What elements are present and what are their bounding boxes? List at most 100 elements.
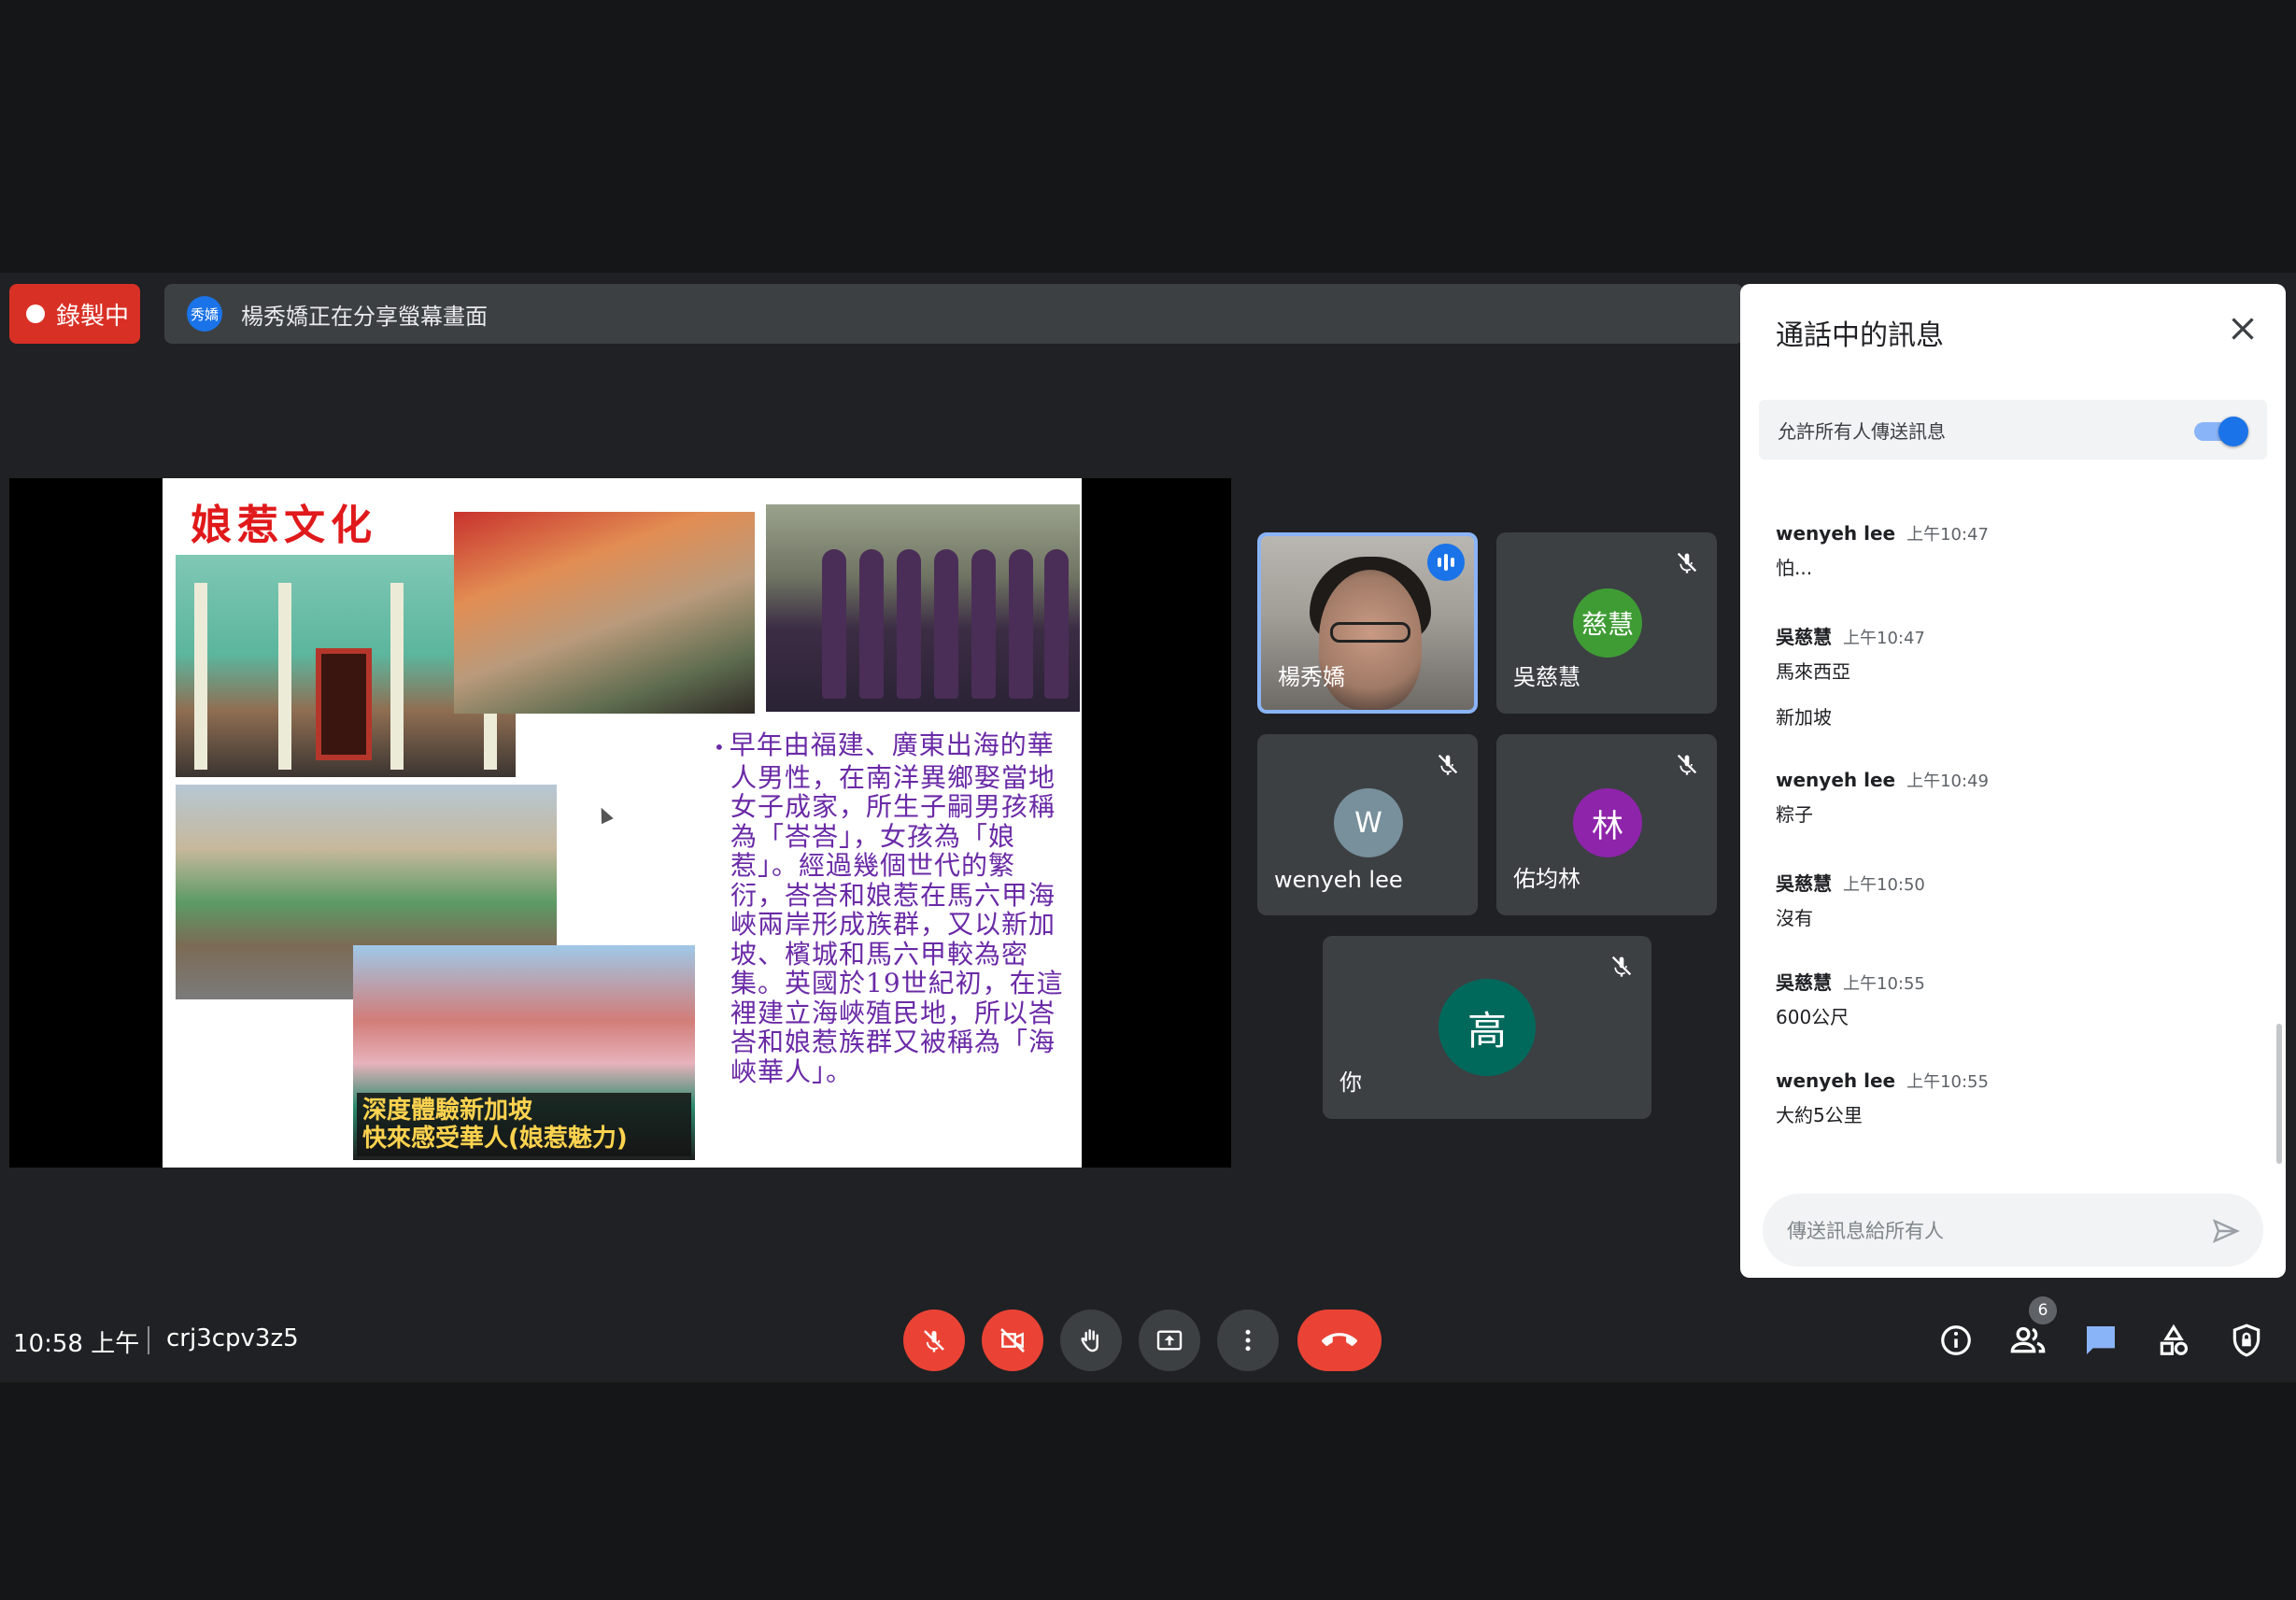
- info-icon: [1941, 1325, 1971, 1355]
- message-text: 粽子: [1776, 803, 1813, 826]
- chat-message: 吳慈慧 上午10:47 馬來西亞 新加坡: [1776, 622, 1925, 729]
- people-button[interactable]: [2008, 1321, 2048, 1360]
- chat-message: wenyeh lee 上午10:49 粽子: [1776, 768, 1989, 827]
- record-dot-icon: [26, 304, 45, 323]
- message-sender: 吳慈慧: [1776, 971, 1832, 994]
- participant-name: wenyeh lee: [1274, 867, 1403, 893]
- message-text: 沒有: [1776, 907, 1813, 929]
- message-sender: wenyeh lee: [1776, 522, 1896, 545]
- allow-messages-label: 允許所有人傳送訊息: [1778, 419, 1946, 443]
- sharing-text: 楊秀嬌正在分享螢幕畫面: [241, 303, 488, 330]
- mic-toggle-button[interactable]: [903, 1310, 965, 1371]
- photo-figure: [822, 549, 846, 699]
- screen: 錄製中 秀嬌 楊秀嬌正在分享螢幕畫面 娘惹文化 深度體驗新加坡 快來感受華人(娘…: [0, 0, 2296, 1600]
- message-text: 新加坡: [1776, 706, 1832, 729]
- screen-share-banner: 秀嬌 楊秀嬌正在分享螢幕畫面: [164, 284, 1743, 344]
- photo-figure: [934, 549, 958, 699]
- chat-panel: 通話中的訊息 允許所有人傳送訊息 wenyeh lee 上午10:47 怕... …: [1740, 284, 2286, 1278]
- present-button[interactable]: [1139, 1310, 1200, 1371]
- participant-tile-wu[interactable]: 慈慧 吳慈慧: [1496, 532, 1717, 714]
- participant-avatar: W: [1334, 788, 1403, 857]
- slide-photo-interior: [454, 512, 755, 714]
- slide: 娘惹文化 深度體驗新加坡 快來感受華人(娘惹魅力) • 早年由福建、廣東出海的華…: [163, 478, 1082, 1168]
- photo-column: [194, 583, 207, 770]
- activities-icon: [2160, 1324, 2189, 1355]
- slide-body-text: 早年由福建、廣東出海的華人男性，在南洋異鄉娶當地女子成家，所生子嗣男孩稱為「峇峇…: [714, 730, 1069, 1086]
- photo-figure: [1009, 549, 1033, 699]
- participant-tile-yang[interactable]: 楊秀嬌: [1257, 532, 1478, 714]
- video-glasses: [1330, 622, 1410, 643]
- camera-off-icon: [1000, 1328, 1025, 1352]
- close-icon[interactable]: [2226, 312, 2260, 346]
- participant-name: 吳慈慧: [1513, 664, 1580, 690]
- more-vert-icon: [1245, 1329, 1251, 1352]
- chat-icon: [2087, 1326, 2115, 1354]
- message-text: 600公尺: [1776, 1006, 1850, 1028]
- message-text: 怕...: [1776, 557, 1813, 579]
- meet-window: 錄製中 秀嬌 楊秀嬌正在分享螢幕畫面 娘惹文化 深度體驗新加坡 快來感受華人(娘…: [0, 273, 2296, 1382]
- raise-hand-button[interactable]: [1060, 1310, 1122, 1371]
- mic-off-icon: [1677, 552, 1697, 573]
- message-time: 上午10:50: [1843, 875, 1925, 895]
- meeting-code: crj3cpv3z5: [166, 1324, 299, 1352]
- chat-input-placeholder: 傳送訊息給所有人: [1787, 1220, 1944, 1242]
- toggle-knob: [2218, 417, 2248, 446]
- speaking-indicator-icon: [1427, 544, 1465, 581]
- participant-tile-self[interactable]: 高 你: [1323, 936, 1651, 1119]
- participant-name: 楊秀嬌: [1278, 664, 1345, 690]
- people-icon: [2010, 1326, 2046, 1353]
- presentation-area[interactable]: 娘惹文化 深度體驗新加坡 快來感受華人(娘惹魅力) • 早年由福建、廣東出海的華…: [9, 478, 1231, 1168]
- message-sender: wenyeh lee: [1776, 1069, 1896, 1092]
- meeting-details-button[interactable]: [1936, 1321, 1976, 1360]
- allow-messages-setting: 允許所有人傳送訊息: [1759, 400, 2267, 460]
- photo-door: [316, 648, 372, 760]
- banner-line1: 深度體驗新加坡: [362, 1097, 533, 1125]
- chat-message: wenyeh lee 上午10:47 怕...: [1776, 521, 1989, 580]
- more-options-button[interactable]: [1217, 1310, 1279, 1371]
- participant-tile-wenyeh[interactable]: W wenyeh lee: [1257, 734, 1478, 915]
- slide-banner: 深度體驗新加坡 快來感受華人(娘惹魅力): [357, 1093, 691, 1156]
- shield-lock-icon: [2232, 1324, 2261, 1357]
- chat-input[interactable]: 傳送訊息給所有人: [1763, 1194, 2263, 1267]
- photo-column: [390, 583, 404, 770]
- send-icon[interactable]: [2211, 1216, 2241, 1246]
- camera-toggle-button[interactable]: [982, 1310, 1043, 1371]
- photo-figure: [897, 549, 921, 699]
- hand-icon: [1081, 1329, 1098, 1352]
- mic-off-icon: [1438, 754, 1458, 775]
- message-time: 上午10:55: [1906, 1072, 1989, 1092]
- clock: 10:58 上午: [13, 1330, 140, 1358]
- hang-up-icon: [1322, 1333, 1357, 1347]
- participant-avatar: 慈慧: [1573, 588, 1642, 658]
- recording-badge[interactable]: 錄製中: [9, 284, 140, 344]
- host-controls-button[interactable]: [2227, 1321, 2266, 1360]
- mic-off-icon: [1611, 956, 1632, 977]
- activities-button[interactable]: [2154, 1321, 2193, 1360]
- recording-label: 錄製中: [56, 302, 130, 331]
- message-sender: wenyeh lee: [1776, 769, 1896, 791]
- message-sender: 吳慈慧: [1776, 872, 1832, 895]
- message-time: 上午10:49: [1906, 772, 1989, 791]
- photo-figure: [1044, 549, 1069, 699]
- photo-figure: [971, 549, 996, 699]
- chat-scrollbar[interactable]: [2276, 1024, 2282, 1164]
- leave-call-button[interactable]: [1297, 1310, 1382, 1371]
- people-count-badge: 6: [2029, 1296, 2057, 1324]
- mic-off-icon: [924, 1330, 944, 1352]
- chat-message: wenyeh lee 上午10:55 大約5公里: [1776, 1069, 1989, 1127]
- mouse-cursor-icon: [595, 804, 614, 825]
- chat-button[interactable]: [2081, 1321, 2120, 1360]
- mic-off-icon: [1677, 754, 1697, 775]
- slide-title: 娘惹文化: [191, 502, 377, 549]
- participant-tile-lin[interactable]: 林 佑均林: [1496, 734, 1717, 915]
- participant-avatar: 林: [1573, 788, 1642, 857]
- photo-column: [278, 583, 291, 770]
- allow-messages-toggle[interactable]: [2194, 417, 2248, 446]
- message-time: 上午10:55: [1843, 974, 1925, 994]
- photo-figure: [859, 549, 884, 699]
- chat-message: 吳慈慧 上午10:55 600公尺: [1776, 968, 1925, 1029]
- participant-avatar: 高: [1439, 979, 1536, 1076]
- message-time: 上午10:47: [1906, 525, 1989, 545]
- banner-line2: 快來感受華人(娘惹魅力): [362, 1125, 628, 1153]
- message-time: 上午10:47: [1843, 629, 1925, 648]
